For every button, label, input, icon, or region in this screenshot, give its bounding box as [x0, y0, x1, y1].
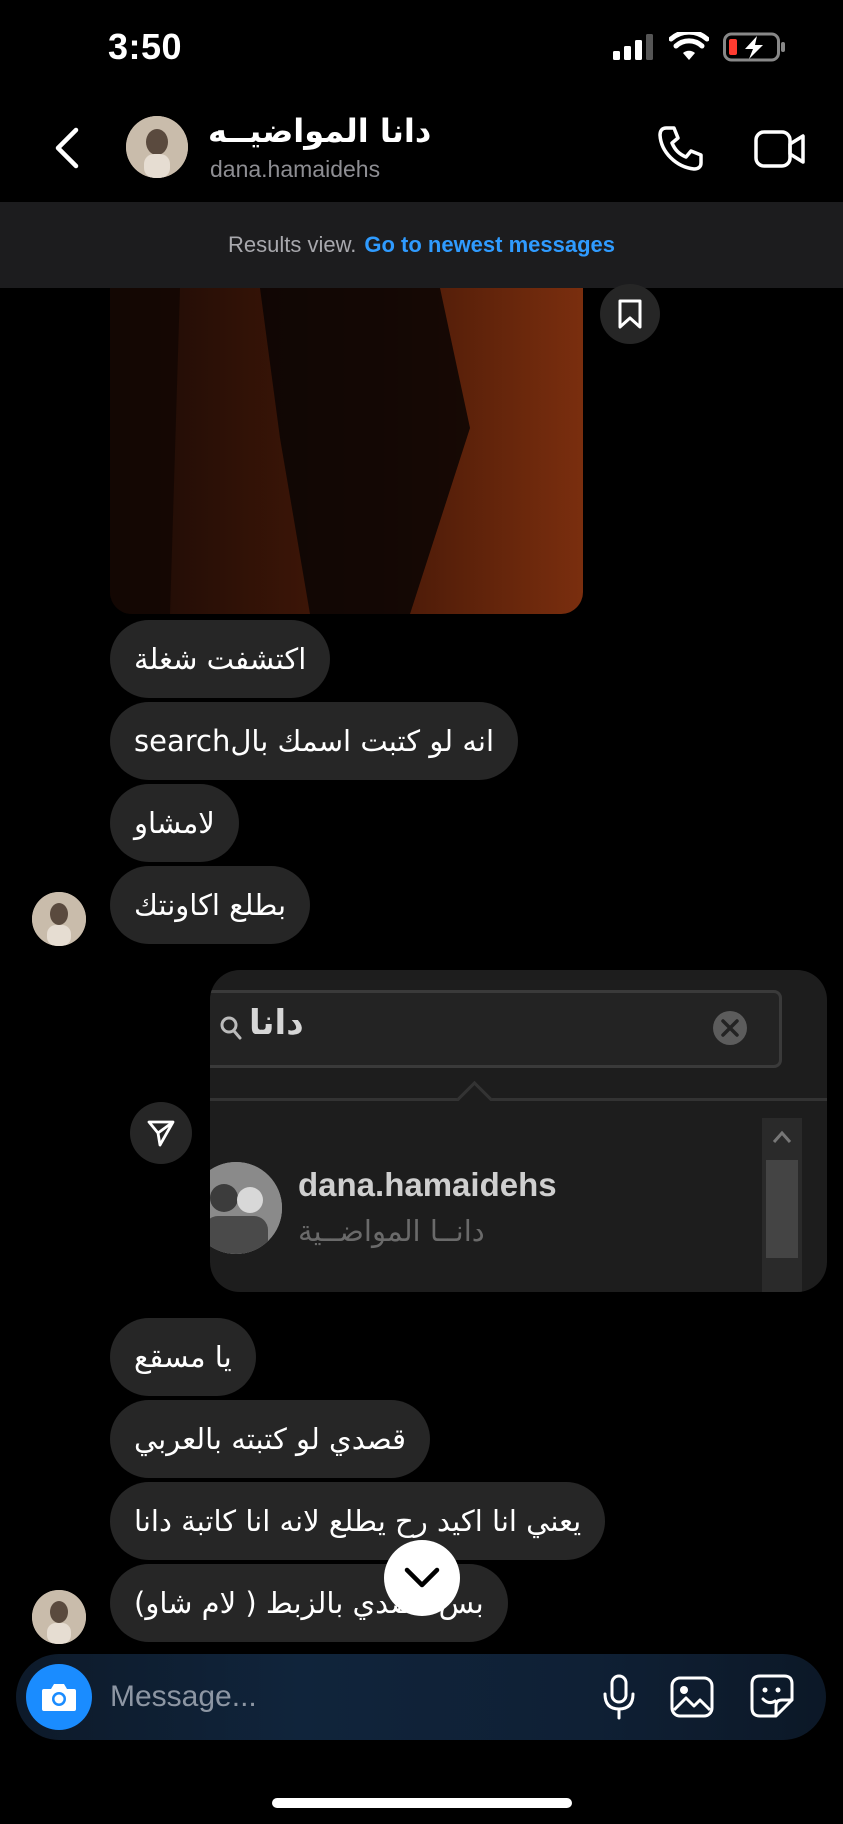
- screenshot-result-fullname: دانــا المواضــية: [298, 1214, 485, 1248]
- status-icons: [611, 32, 787, 62]
- send-icon: [147, 1120, 175, 1147]
- message-bubble[interactable]: اكتشفت شغلة: [110, 620, 331, 698]
- phone-icon: [658, 126, 703, 171]
- results-view-banner: Results view. Go to newest messages: [0, 202, 843, 288]
- voice-call-button[interactable]: [656, 124, 704, 177]
- chevron-down-icon: [404, 1567, 440, 1588]
- screenshot-search-bar: دانا: [210, 990, 782, 1068]
- gallery-button[interactable]: [670, 1676, 714, 1723]
- go-to-newest-link[interactable]: Go to newest messages: [364, 232, 615, 258]
- screenshot-result-username: dana.hamaidehs: [298, 1166, 557, 1203]
- message-input[interactable]: Message...: [110, 1680, 257, 1714]
- battery-charging-icon: [723, 32, 785, 62]
- camera-icon: [42, 1684, 76, 1711]
- camera-button[interactable]: [26, 1664, 92, 1730]
- message-bubble[interactable]: قصدي لو كتبته بالعربي: [110, 1400, 430, 1478]
- sticker-icon: [750, 1674, 794, 1718]
- search-icon: [220, 1016, 242, 1040]
- share-button[interactable]: [130, 1102, 192, 1164]
- video-camera-icon: [754, 130, 805, 168]
- message-bubble[interactable]: يا مسقع: [110, 1318, 256, 1396]
- chevron-left-icon: [55, 127, 79, 169]
- clear-icon: [713, 1011, 747, 1045]
- message-bubble[interactable]: انه لو كتبت اسمك بالsearch: [110, 702, 519, 780]
- message-bubble[interactable]: لامشاو: [110, 784, 239, 862]
- microphone-icon: [603, 1674, 635, 1720]
- status-time: 3:50: [108, 26, 183, 67]
- bookmark-icon: [618, 299, 642, 329]
- image-message[interactable]: [110, 288, 583, 614]
- sender-avatar[interactable]: [32, 892, 86, 946]
- contact-avatar[interactable]: [126, 116, 188, 178]
- shared-screenshot[interactable]: دانا dana.hamaidehs دانــا المواضــية: [210, 970, 827, 1292]
- screenshot-result-avatar: [210, 1162, 282, 1254]
- sender-avatar[interactable]: [32, 1590, 86, 1644]
- home-indicator: [272, 1798, 572, 1808]
- contact-handle[interactable]: dana.hamaidehs: [210, 156, 380, 183]
- voice-message-button[interactable]: [600, 1674, 638, 1725]
- wifi-icon: [669, 32, 709, 60]
- image-icon: [670, 1676, 714, 1718]
- results-view-label: Results view.: [227, 232, 357, 257]
- signal-icon: [613, 34, 653, 60]
- video-call-button[interactable]: [754, 128, 806, 175]
- scroll-to-bottom-button[interactable]: [384, 1540, 460, 1616]
- back-button[interactable]: [52, 123, 92, 173]
- chevron-up-icon: [772, 1130, 792, 1143]
- message-bubble[interactable]: بطلع اكاونتك: [110, 866, 311, 944]
- contact-name[interactable]: دانا المواضيــه: [208, 112, 431, 150]
- save-button[interactable]: [600, 284, 660, 344]
- sticker-button[interactable]: [750, 1674, 794, 1723]
- message-bubble[interactable]: يعني انا اكيد رح يطلع لانه انا كاتبة دان…: [110, 1482, 606, 1560]
- screenshot-search-query: دانا: [249, 1003, 304, 1043]
